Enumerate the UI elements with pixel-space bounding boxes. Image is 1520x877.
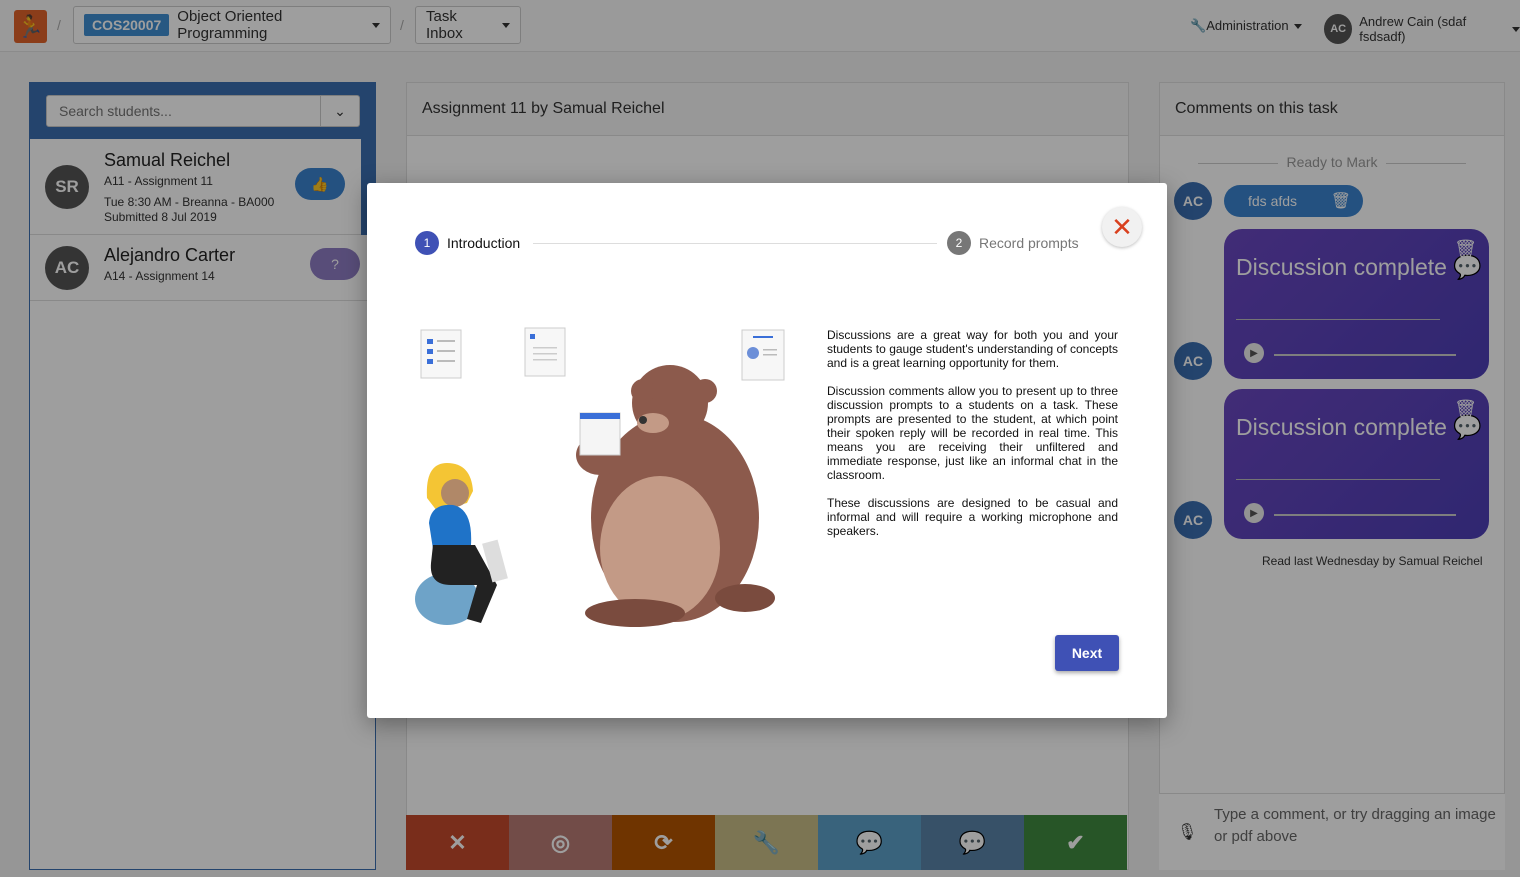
chart-document-icon xyxy=(741,329,785,381)
next-button[interactable]: Next xyxy=(1055,635,1119,671)
stepper-line xyxy=(533,243,937,244)
intro-paragraph: Discussion comments allow you to present… xyxy=(827,384,1118,482)
student-figure xyxy=(415,463,508,625)
bear-figure xyxy=(576,365,775,627)
step-label-active[interactable]: Introduction xyxy=(447,235,520,251)
document-icon xyxy=(524,327,566,377)
step-number: 1 xyxy=(415,231,439,255)
intro-paragraph: These discussions are designed to be cas… xyxy=(827,496,1118,538)
intro-text: Discussions are a great way for both you… xyxy=(827,328,1118,552)
document-icon xyxy=(420,329,462,379)
close-icon[interactable]: ✕ xyxy=(1102,207,1142,247)
discussion-intro-modal: 1 Introduction 2 Record prompts ✕ Discus… xyxy=(367,183,1167,718)
discussion-illustration xyxy=(415,327,785,627)
step-label[interactable]: Record prompts xyxy=(979,235,1079,251)
intro-paragraph: Discussions are a great way for both you… xyxy=(827,328,1118,370)
step-number: 2 xyxy=(947,231,971,255)
